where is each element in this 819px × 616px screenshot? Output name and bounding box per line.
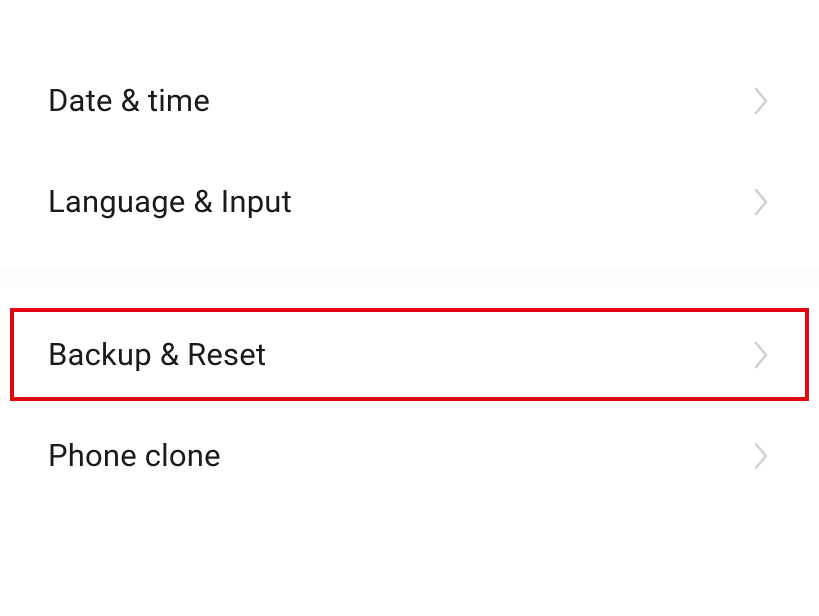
settings-group-system: Date & time Language & Input — [0, 50, 819, 260]
chevron-right-icon — [753, 340, 771, 370]
settings-item-label: Phone clone — [48, 437, 221, 474]
settings-item-phone-clone[interactable]: Phone clone — [0, 405, 819, 506]
chevron-right-icon — [753, 187, 771, 217]
section-divider — [0, 268, 819, 288]
chevron-right-icon — [753, 441, 771, 471]
settings-item-language-input[interactable]: Language & Input — [0, 151, 819, 252]
settings-item-label: Language & Input — [48, 183, 292, 220]
settings-group-backup: Backup & Reset Phone clone — [0, 296, 819, 506]
chevron-right-icon — [753, 86, 771, 116]
settings-item-label: Backup & Reset — [48, 336, 266, 373]
settings-list: Date & time Language & Input Backup & Re… — [0, 0, 819, 506]
settings-item-label: Date & time — [48, 82, 210, 119]
settings-item-date-time[interactable]: Date & time — [0, 50, 819, 151]
settings-item-backup-reset[interactable]: Backup & Reset — [0, 304, 819, 405]
